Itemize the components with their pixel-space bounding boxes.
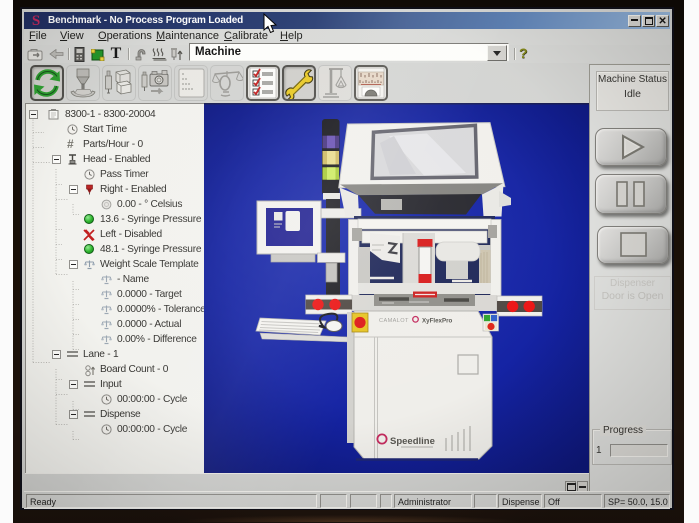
svg-text:XyFlexPro: XyFlexPro	[422, 318, 452, 325]
svg-text:Speedline: Speedline	[390, 436, 435, 447]
svg-text:CAMALOT: CAMALOT	[379, 318, 409, 324]
